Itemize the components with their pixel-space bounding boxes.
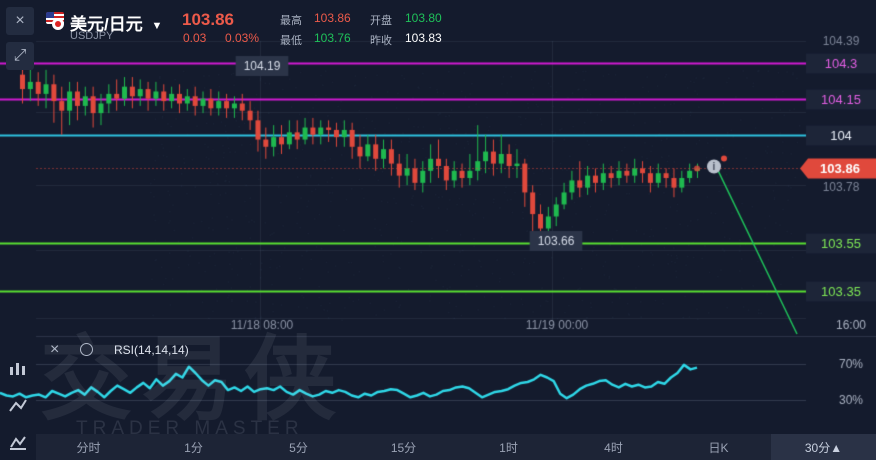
timeframe-tab[interactable]: 1时 bbox=[456, 434, 561, 460]
timeframe-tab[interactable]: 4时 bbox=[561, 434, 666, 460]
jp-flag-icon bbox=[52, 18, 64, 30]
dropdown-arrow-icon: ▼ bbox=[151, 19, 163, 32]
indicator-icon[interactable] bbox=[0, 430, 36, 456]
timeframe-tabs: 分时 1分 5分 15分 1时 4时 日K 30分▲ bbox=[36, 434, 876, 460]
low-value: 103.76 bbox=[314, 31, 351, 45]
current-price: 103.86 bbox=[182, 10, 234, 29]
price-change-percent: 0.03% bbox=[225, 31, 260, 45]
expand-icon: ⤢ bbox=[13, 47, 27, 64]
fullscreen-button[interactable]: ⤢ bbox=[6, 42, 34, 70]
timeframe-tab[interactable]: 分时 bbox=[36, 434, 141, 460]
timeframe-tab[interactable]: 30分▲ bbox=[771, 434, 876, 460]
prev-close-label: 昨收 bbox=[370, 35, 392, 47]
high-value: 103.86 bbox=[314, 11, 351, 25]
timeframe-tab[interactable]: 15分 bbox=[351, 434, 456, 460]
open-label: 开盘 bbox=[370, 15, 392, 27]
price-change: 0.03 bbox=[183, 31, 207, 45]
candle-type-icon[interactable] bbox=[0, 357, 36, 383]
pair-code: USDJPY bbox=[70, 30, 114, 42]
close-chart-button[interactable]: × bbox=[6, 7, 34, 35]
timeframe-tab[interactable]: 1分 bbox=[141, 434, 246, 460]
timeframe-tab[interactable]: 日K bbox=[666, 434, 771, 460]
draw-line-icon[interactable] bbox=[0, 393, 36, 419]
low-label: 最低 bbox=[280, 35, 302, 47]
prev-close-value: 103.83 bbox=[405, 31, 442, 45]
open-value: 103.80 bbox=[405, 11, 442, 25]
close-icon: × bbox=[15, 12, 25, 29]
high-label: 最高 bbox=[280, 15, 302, 27]
timeframe-tab[interactable]: 5分 bbox=[246, 434, 351, 460]
